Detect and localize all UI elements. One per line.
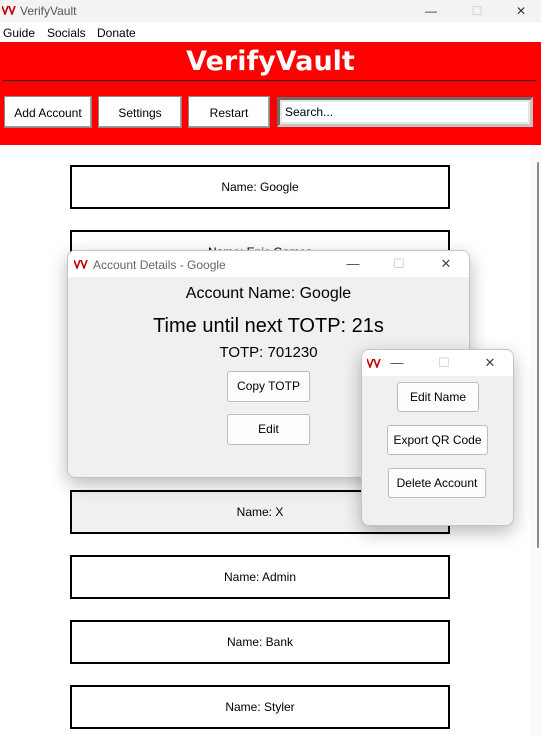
account-card-google[interactable]: Name: Google bbox=[70, 165, 450, 209]
scrollbar-track[interactable] bbox=[530, 145, 541, 735]
app-title: VerifyVault bbox=[186, 46, 355, 77]
close-button[interactable]: ✕ bbox=[498, 0, 541, 22]
verifyvault-logo-icon bbox=[74, 259, 88, 269]
edit-name-button[interactable]: Edit Name bbox=[397, 382, 479, 412]
dialog-close-button[interactable]: ✕ bbox=[431, 254, 461, 274]
maximize-button[interactable]: ☐ bbox=[454, 0, 500, 22]
dialog-maximize-button[interactable]: ☐ bbox=[429, 353, 459, 373]
menu-guide[interactable]: Guide bbox=[3, 26, 35, 40]
dialog-close-button[interactable]: ✕ bbox=[475, 353, 505, 373]
restart-button[interactable]: Restart bbox=[188, 96, 270, 128]
header-divider bbox=[3, 80, 536, 81]
dialog-maximize-button[interactable]: ☐ bbox=[384, 254, 414, 274]
account-name-label: Account Name: Google bbox=[185, 285, 352, 302]
dialog-title: Account Details - Google bbox=[93, 258, 226, 272]
account-card-admin[interactable]: Name: Admin bbox=[70, 555, 450, 599]
menu-bar: Guide Socials Donate bbox=[0, 23, 541, 42]
settings-button[interactable]: Settings bbox=[98, 96, 182, 128]
minimize-button[interactable]: — bbox=[408, 0, 454, 22]
search-box bbox=[277, 97, 533, 127]
search-input[interactable] bbox=[282, 102, 528, 122]
menu-donate[interactable]: Donate bbox=[97, 26, 136, 40]
add-account-button[interactable]: Add Account bbox=[4, 96, 92, 128]
export-qr-code-button[interactable]: Export QR Code bbox=[387, 425, 488, 455]
totp-countdown: Time until next TOTP: 21s bbox=[153, 315, 384, 337]
dialog-minimize-button[interactable]: — bbox=[382, 353, 412, 373]
menu-socials[interactable]: Socials bbox=[47, 26, 86, 40]
dialog-titlebar: Account Details - Google — ☐ ✕ bbox=[68, 251, 469, 277]
copy-totp-button[interactable]: Copy TOTP bbox=[227, 371, 310, 402]
account-card-styler[interactable]: Name: Styler bbox=[70, 685, 450, 729]
edit-button[interactable]: Edit bbox=[227, 414, 310, 445]
verifyvault-logo-icon bbox=[367, 358, 381, 368]
window-titlebar: VerifyVault — ☐ ✕ bbox=[0, 0, 541, 22]
account-card-bank[interactable]: Name: Bank bbox=[70, 620, 450, 664]
header: VerifyVault Add Account Settings Restart bbox=[0, 42, 541, 145]
dialog-titlebar: — ☐ ✕ bbox=[362, 350, 513, 376]
verifyvault-logo-icon bbox=[2, 5, 16, 15]
edit-options-dialog: — ☐ ✕ Edit Name Export QR Code Delete Ac… bbox=[361, 349, 514, 526]
dialog-minimize-button[interactable]: — bbox=[338, 254, 368, 274]
delete-account-button[interactable]: Delete Account bbox=[388, 468, 486, 498]
window-title: VerifyVault bbox=[20, 4, 77, 18]
scrollbar-thumb[interactable] bbox=[537, 162, 539, 548]
